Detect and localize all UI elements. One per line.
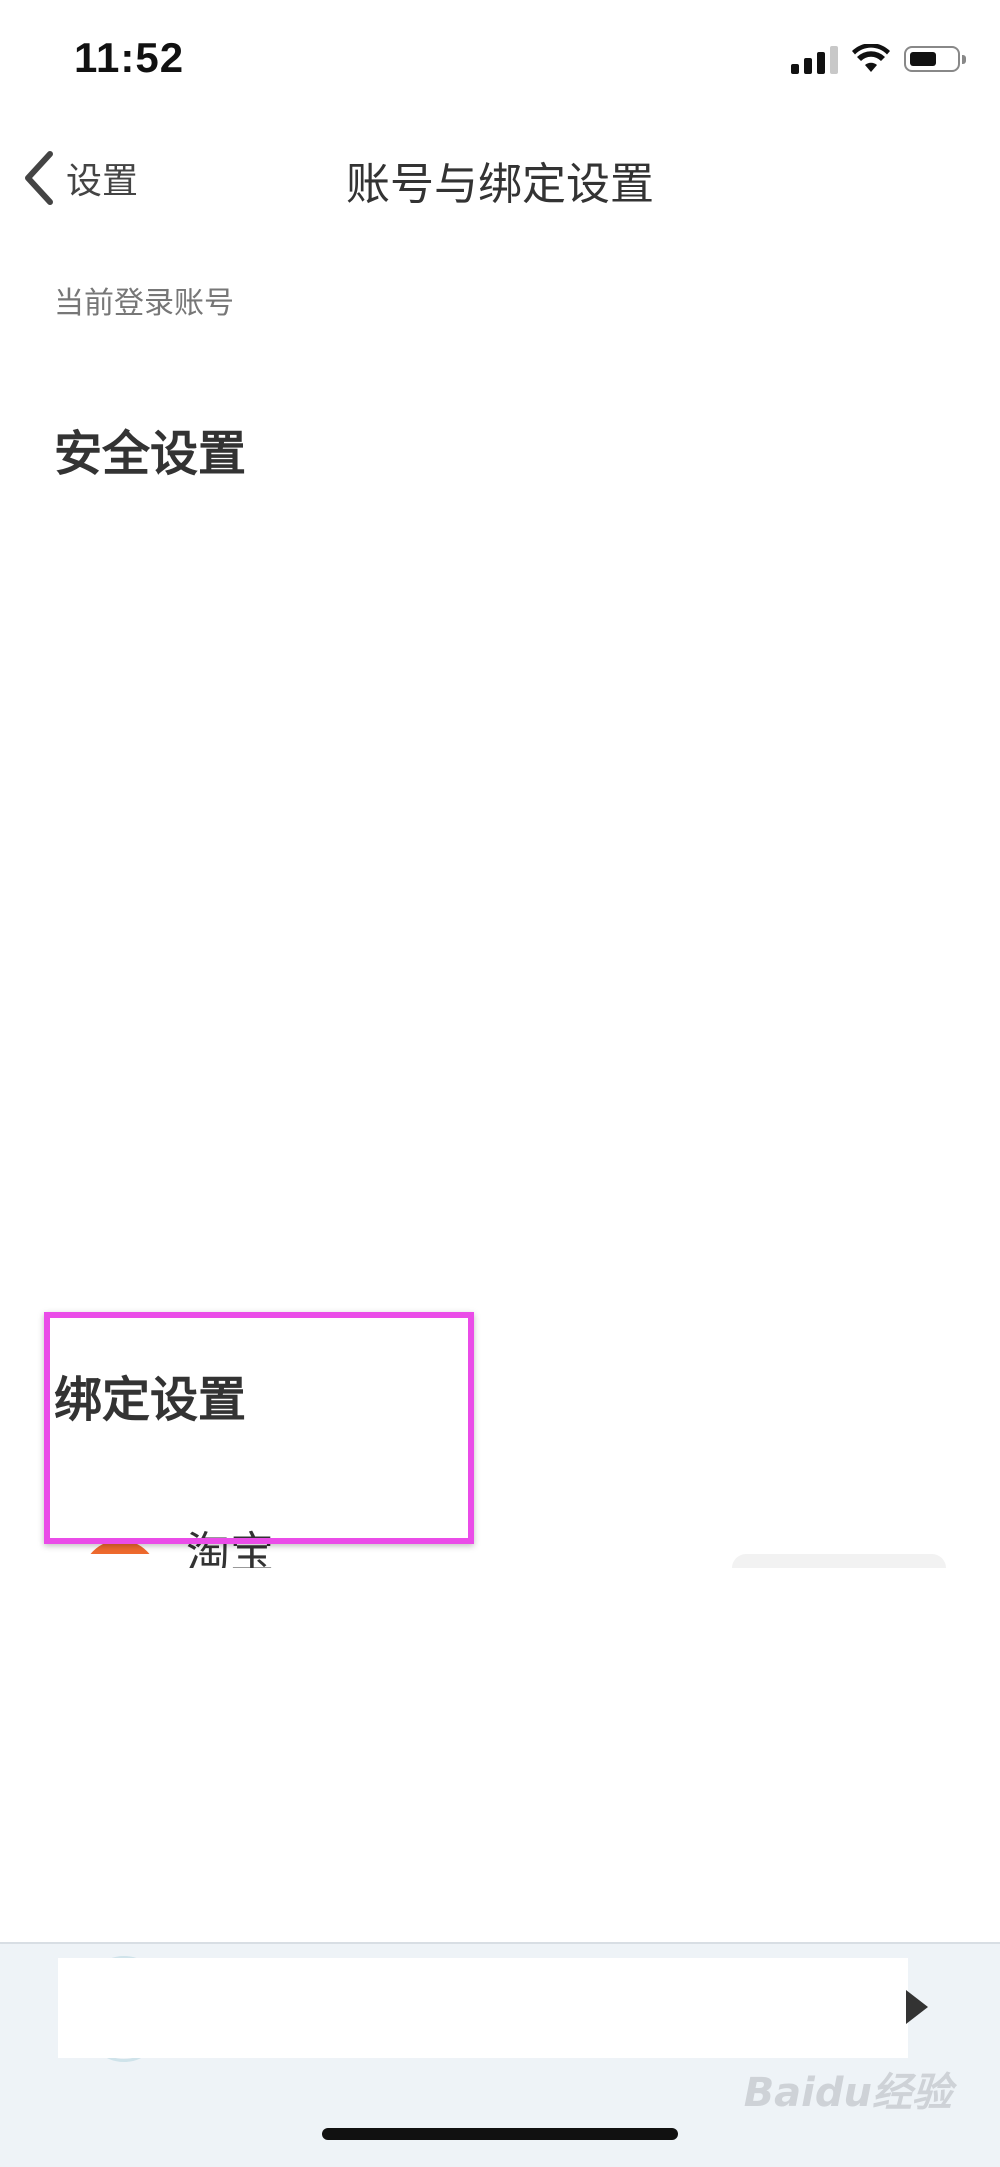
battery-icon	[904, 46, 966, 72]
status-icons	[791, 44, 966, 74]
back-button-label: 设置	[66, 161, 139, 202]
taobao-icon	[82, 1540, 158, 1554]
wifi-icon	[852, 44, 890, 72]
status-time: 11:52	[74, 34, 185, 81]
security-settings-title: 安全设置	[54, 426, 247, 482]
play-icon[interactable]	[906, 1990, 928, 2024]
bottom-bar-overlay	[58, 1958, 908, 2058]
cellular-signal-icon	[791, 44, 838, 74]
page-title: 账号与绑定设置	[346, 159, 654, 210]
watermark: Baidu经验	[743, 2070, 952, 2116]
chevron-left-icon	[25, 151, 53, 205]
bind-status-button[interactable]	[732, 1554, 946, 1568]
annotation-highlight-box	[44, 1312, 474, 1544]
current-login-account-label: 当前登录账号	[54, 286, 234, 321]
back-button[interactable]: 设置	[20, 148, 138, 208]
home-indicator[interactable]	[322, 2128, 678, 2140]
